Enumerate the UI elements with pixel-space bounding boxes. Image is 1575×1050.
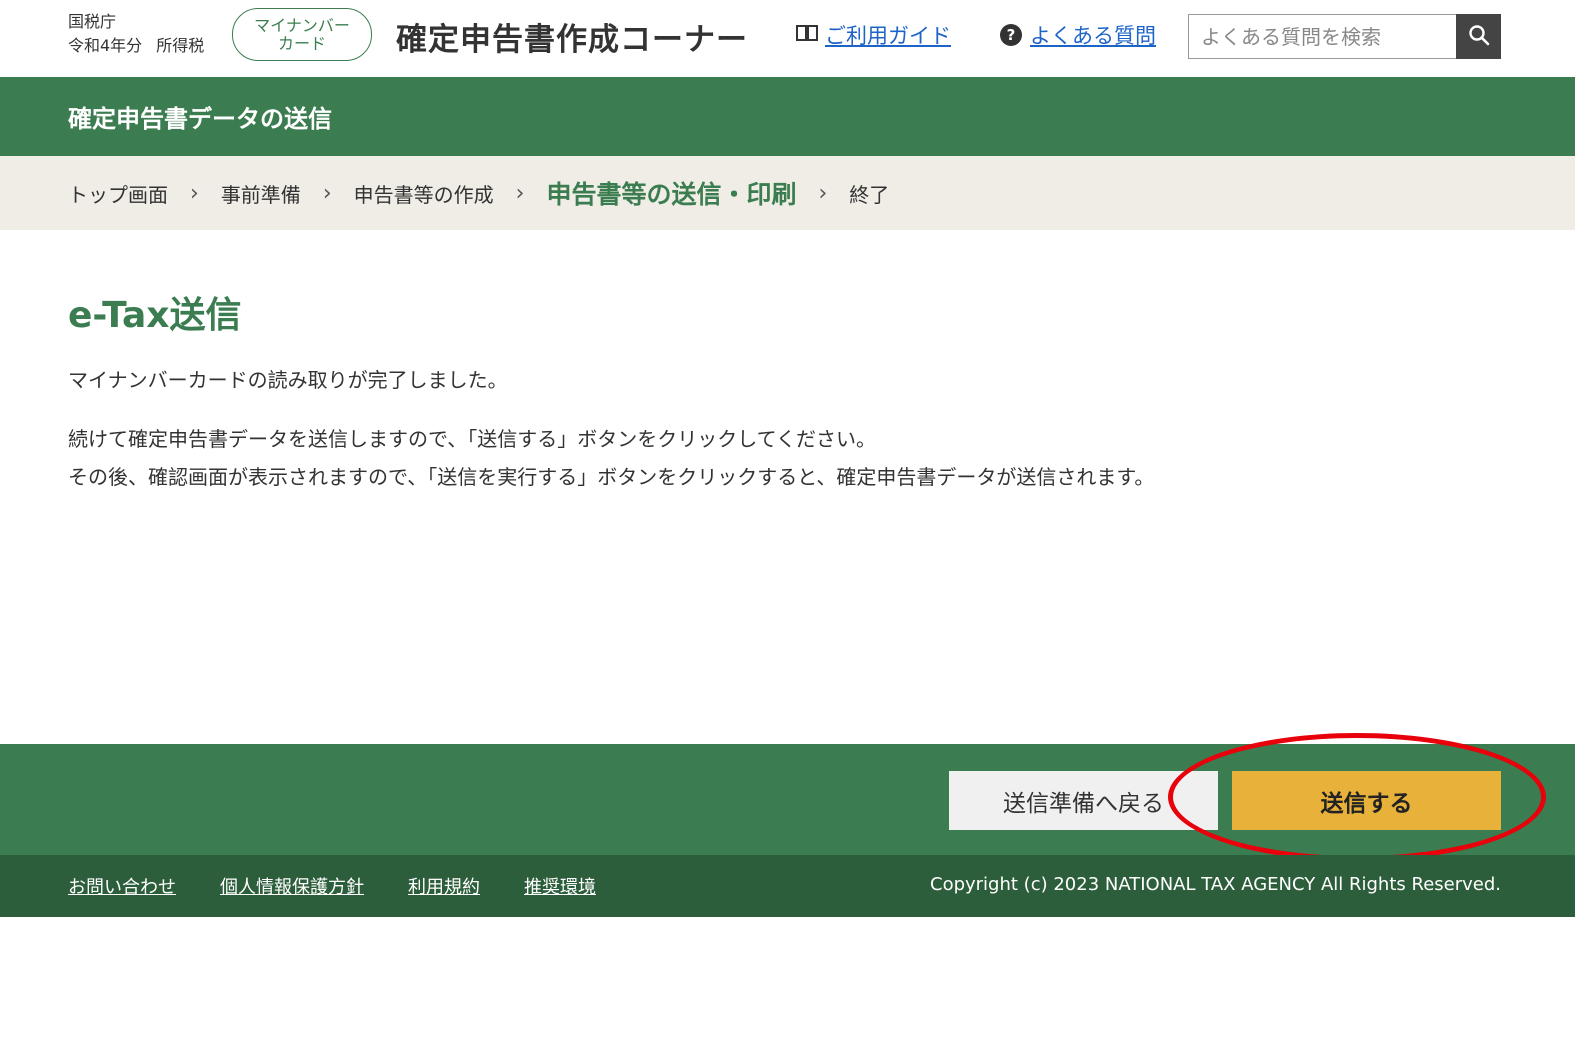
faq-link[interactable]: ? よくある質問: [1000, 20, 1156, 50]
copyright: Copyright (c) 2023 NATIONAL TAX AGENCY A…: [930, 874, 1501, 895]
user-guide-link[interactable]: ご利用ガイド: [795, 20, 951, 50]
section-header-bar: 確定申告書データの送信: [0, 77, 1575, 156]
tax-type: 所得税: [156, 36, 205, 55]
footer-link-privacy[interactable]: 個人情報保護方針: [220, 873, 364, 899]
breadcrumb-item-send-print: 申告書等の送信・印刷: [546, 180, 797, 209]
site-header: 国税庁 令和4年分 所得税 マイナンバー カード 確定申告書作成コーナー ご利用ガ…: [0, 0, 1575, 77]
mynumber-card-badge: マイナンバー カード: [232, 8, 372, 61]
send-button[interactable]: 送信する: [1232, 771, 1501, 830]
book-icon: [795, 23, 819, 48]
mynumber-badge-line1: マイナンバー: [254, 15, 350, 35]
app-title: 確定申告書作成コーナー: [396, 22, 748, 58]
agency-info: 国税庁 令和4年分 所得税: [68, 10, 204, 58]
breadcrumb: トップ画面 › 事前準備 › 申告書等の作成 › 申告書等の送信・印刷 › 終了: [0, 156, 1575, 230]
footer-links: お問い合わせ 個人情報保護方針 利用規約 推奨環境: [68, 855, 596, 917]
breadcrumb-separator-icon: ›: [190, 180, 199, 206]
fiscal-year: 令和4年分: [68, 36, 143, 55]
instruction-message: 続けて確定申告書データを送信しますので、「送信する」ボタンをクリックしてください…: [68, 427, 876, 451]
followup-message: その後、確認画面が表示されますので、「送信を実行する」ボタンをクリックすると、確…: [68, 465, 1155, 489]
question-icon: ?: [1000, 24, 1022, 46]
page-title: e-Tax送信: [68, 295, 242, 336]
footer-link-environment[interactable]: 推奨環境: [524, 873, 596, 899]
search-button[interactable]: [1456, 14, 1501, 59]
agency-name: 国税庁: [68, 12, 117, 31]
breadcrumb-item-create: 申告書等の作成: [353, 182, 494, 207]
back-to-preparation-button[interactable]: 送信準備へ戻る: [949, 771, 1218, 830]
faq-label: よくある質問: [1030, 24, 1156, 48]
site-footer: お問い合わせ 個人情報保護方針 利用規約 推奨環境 Copyright (c) …: [0, 855, 1575, 917]
action-bar: 送信準備へ戻る 送信する: [0, 744, 1575, 855]
breadcrumb-item-top: トップ画面: [68, 182, 168, 207]
faq-search-input[interactable]: [1188, 14, 1456, 59]
breadcrumb-separator-icon: ›: [322, 180, 332, 206]
user-guide-label: ご利用ガイド: [825, 24, 951, 48]
breadcrumb-separator-icon: ›: [515, 180, 525, 206]
breadcrumb-item-finish: 終了: [849, 182, 890, 207]
breadcrumb-separator-icon: ›: [818, 180, 828, 206]
faq-search: [1188, 14, 1501, 59]
mynumber-badge-line2: カード: [277, 33, 326, 53]
status-message: マイナンバーカードの読み取りが完了しました。: [68, 368, 508, 392]
fiscal-info: 令和4年分 所得税: [68, 34, 204, 58]
section-title: 確定申告書データの送信: [68, 105, 332, 133]
search-icon: [1468, 24, 1490, 50]
breadcrumb-item-preparation: 事前準備: [220, 182, 301, 207]
footer-link-terms[interactable]: 利用規約: [408, 873, 480, 899]
footer-link-contact[interactable]: お問い合わせ: [68, 873, 176, 899]
